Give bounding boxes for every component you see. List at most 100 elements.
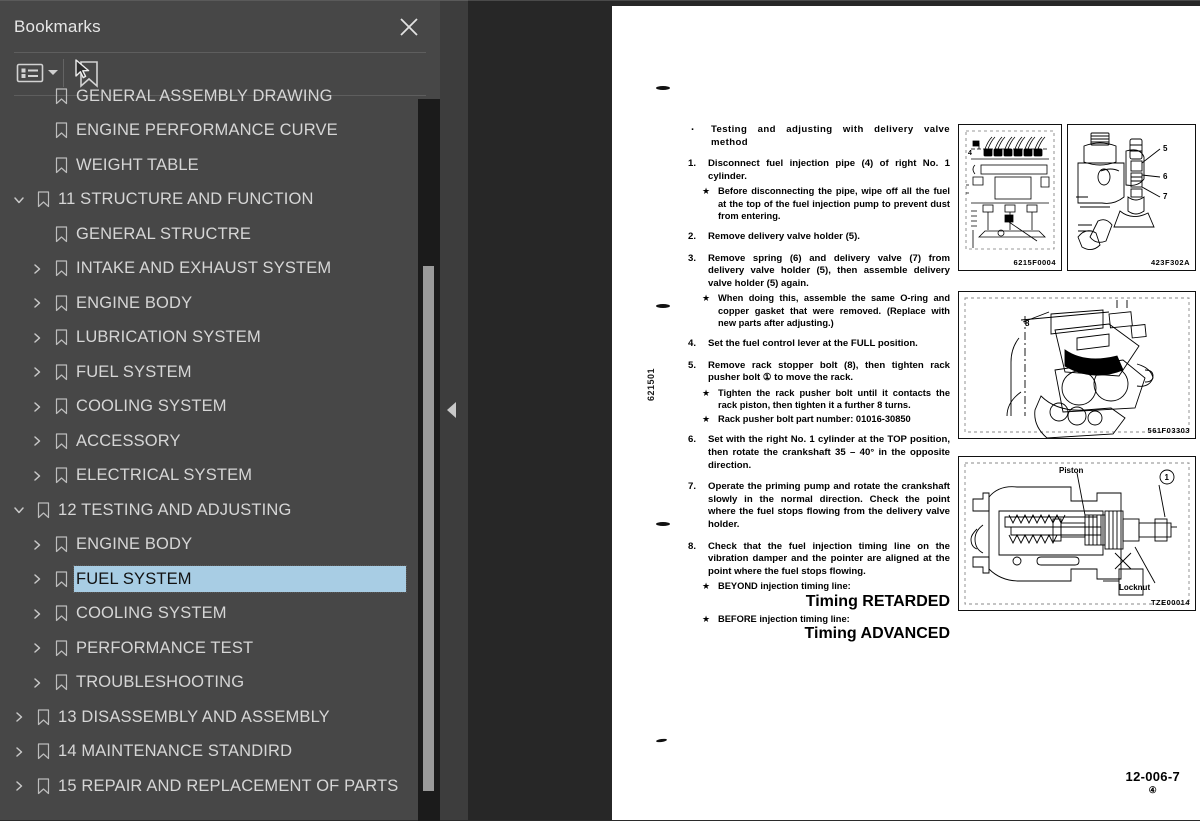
bookmark-icon [30, 191, 56, 208]
step-note-result: Timing ADVANCED [804, 624, 950, 642]
bookmark-tree-item[interactable]: 13 DISASSEMBLY AND ASSEMBLY [0, 700, 418, 735]
figure-code: TZE00014 [1150, 598, 1190, 607]
step-text: Set with the right No. 1 cylinder at the… [708, 434, 950, 471]
figure-code: 423F302A [1150, 258, 1190, 267]
bookmark-tree-item[interactable]: TROUBLESHOOTING [0, 666, 418, 701]
bookmark-tree-item[interactable]: COOLING SYSTEM [0, 390, 418, 425]
bookmark-tree-item[interactable]: ENGINE BODY [0, 528, 418, 563]
bookmark-tree-item[interactable]: 12 TESTING AND ADJUSTING [0, 493, 418, 528]
bookmark-tree-item[interactable]: FUEL SYSTEM [0, 355, 418, 390]
bookmark-icon [48, 157, 74, 174]
chevron-right-icon[interactable] [26, 401, 48, 413]
bookmark-item-label: ACCESSORY [76, 431, 181, 450]
bookmark-tree-item[interactable]: PERFORMANCE TEST [0, 631, 418, 666]
bookmark-label-wrap: GENERAL STRUCTRE [74, 221, 418, 247]
step-marker: 1. [688, 158, 697, 170]
step-note: ★ BEFORE injection timing line: [688, 613, 950, 625]
chevron-right-icon[interactable] [26, 539, 48, 551]
bookmark-tree-item[interactable]: 14 MAINTENANCE STANDIRD [0, 735, 418, 770]
chevron-right-icon[interactable] [26, 608, 48, 620]
chevron-right-icon[interactable] [26, 366, 48, 378]
bookmark-item-label: 13 DISASSEMBLY AND ASSEMBLY [58, 707, 330, 726]
page-number-circled: ④ [1148, 785, 1157, 795]
bookmark-tree-item[interactable]: ELECTRICAL SYSTEM [0, 459, 418, 494]
bookmark-item-label: LUBRICATION SYSTEM [76, 328, 261, 347]
step-marker: 5. [688, 359, 697, 371]
step-note: ★ Tighten the rack pusher bolt until it c… [688, 387, 950, 411]
procedure-text-column: · Testing and adjusting with delivery val… [688, 124, 950, 652]
chevron-right-icon[interactable] [26, 263, 48, 275]
bookmark-label-wrap: ENGINE BODY [74, 532, 418, 558]
bookmark-icon [48, 260, 74, 277]
bookmark-tree-item[interactable]: ENGINE BODY [0, 286, 418, 321]
bookmark-label-wrap: COOLING SYSTEM [74, 601, 418, 627]
step-text: Disconnect fuel injection pipe (4) of ri… [708, 158, 950, 182]
chevron-down-icon[interactable] [8, 504, 30, 516]
scan-edge-mark [655, 738, 668, 743]
chevron-right-icon[interactable] [26, 332, 48, 344]
chevron-right-icon[interactable] [26, 573, 48, 585]
bookmark-tree-item[interactable]: INTAKE AND EXHAUST SYSTEM [0, 252, 418, 287]
procedure-step: 1. Disconnect fuel injection pipe (4) of … [688, 158, 950, 222]
step-marker: 6. [688, 434, 697, 446]
bookmark-label-wrap: LUBRICATION SYSTEM [74, 325, 418, 351]
bookmark-tree-item[interactable]: 15 REPAIR AND REPLACEMENT OF PARTS [0, 769, 418, 803]
bookmark-label-wrap: GENERAL ASSEMBLY DRAWING [74, 83, 418, 109]
chevron-right-icon[interactable] [26, 642, 48, 654]
bookmark-item-label: COOLING SYSTEM [76, 604, 227, 623]
bookmark-tree-item[interactable]: 11 STRUCTURE AND FUNCTION [0, 183, 418, 218]
chevron-right-icon[interactable] [8, 711, 30, 723]
bookmark-tree-item[interactable]: ENGINE PERFORMANCE CURVE [0, 114, 418, 149]
step-marker: · [691, 124, 695, 136]
chevron-right-icon[interactable] [26, 297, 48, 309]
procedure-step: 8. Check that the fuel injection timing l… [688, 541, 950, 643]
chevron-right-icon[interactable] [26, 470, 48, 482]
bookmark-label-wrap: ENGINE PERFORMANCE CURVE [74, 118, 418, 144]
page-number: 12-006-7 ④ [1126, 769, 1180, 796]
close-icon[interactable] [395, 13, 423, 41]
bookmark-icon [48, 605, 74, 622]
bookmark-icon [30, 502, 56, 519]
step-note-text: When doing this, assemble the same O-rin… [718, 293, 950, 328]
step-note: ★ Before disconnecting the pipe, wipe off… [688, 185, 950, 222]
chevron-right-icon[interactable] [8, 780, 30, 792]
step-note-text: BEYOND injection timing line: [718, 581, 851, 592]
figure-code: 6215F0004 [1013, 258, 1056, 267]
step-text: Set the fuel control lever at the FULL p… [708, 337, 918, 349]
document-page: 621501 · Testing and adjusting with deliv… [612, 6, 1200, 820]
bookmark-item-label: INTAKE AND EXHAUST SYSTEM [76, 259, 332, 278]
bookmarks-panel: Bookmarks GENERAL ASSEMBLY DRAWING ENGIN… [0, 0, 440, 821]
bookmark-scrollbar-thumb[interactable] [423, 266, 434, 791]
chevron-right-icon[interactable] [8, 746, 30, 758]
figure-delivery-valve: 5 6 7 423F302A [1067, 124, 1196, 271]
procedure-step: 4. Set the fuel control lever at the FULL… [688, 338, 950, 351]
bookmark-tree-item[interactable]: GENERAL STRUCTRE [0, 217, 418, 252]
figure-rack-pusher-bolt: Piston Locknut 1 TZE00014 [958, 456, 1196, 611]
bookmark-icon [48, 571, 74, 588]
step-text: Testing and adjusting with delivery valv… [711, 124, 950, 148]
step-marker: 7. [688, 481, 697, 493]
bookmark-item-label: PERFORMANCE TEST [76, 638, 254, 657]
bookmark-item-label: ENGINE PERFORMANCE CURVE [76, 121, 338, 140]
bookmark-icon [48, 536, 74, 553]
bookmark-icon [48, 122, 74, 139]
chevron-right-icon[interactable] [26, 677, 48, 689]
step-marker: 4. [688, 337, 697, 349]
bookmark-tree-item[interactable]: LUBRICATION SYSTEM [0, 321, 418, 356]
chevron-down-icon[interactable] [8, 194, 30, 206]
chevron-right-icon[interactable] [26, 435, 48, 447]
bookmark-label-wrap: 11 STRUCTURE AND FUNCTION [56, 187, 418, 213]
step-text: Operate the priming pump and rotate the … [708, 481, 950, 530]
collapse-left-triangle-icon[interactable] [447, 402, 456, 418]
bookmark-tree-item[interactable]: COOLING SYSTEM [0, 597, 418, 632]
step-text: Remove delivery valve holder (5). [708, 230, 860, 242]
step-note: ★ When doing this, assemble the same O-ri… [688, 292, 950, 329]
bookmark-tree[interactable]: GENERAL ASSEMBLY DRAWING ENGINE PERFORMAN… [0, 79, 418, 803]
step-text: Remove rack stopper bolt (8), then tight… [708, 359, 950, 384]
chevron-down-icon[interactable] [48, 70, 58, 75]
bookmark-tree-item[interactable]: WEIGHT TABLE [0, 148, 418, 183]
scan-edge-mark [656, 304, 670, 308]
bookmark-tree-item[interactable]: ACCESSORY [0, 424, 418, 459]
bookmark-tree-item[interactable]: FUEL SYSTEM [0, 562, 418, 597]
bookmark-tree-item[interactable]: GENERAL ASSEMBLY DRAWING [0, 79, 418, 114]
